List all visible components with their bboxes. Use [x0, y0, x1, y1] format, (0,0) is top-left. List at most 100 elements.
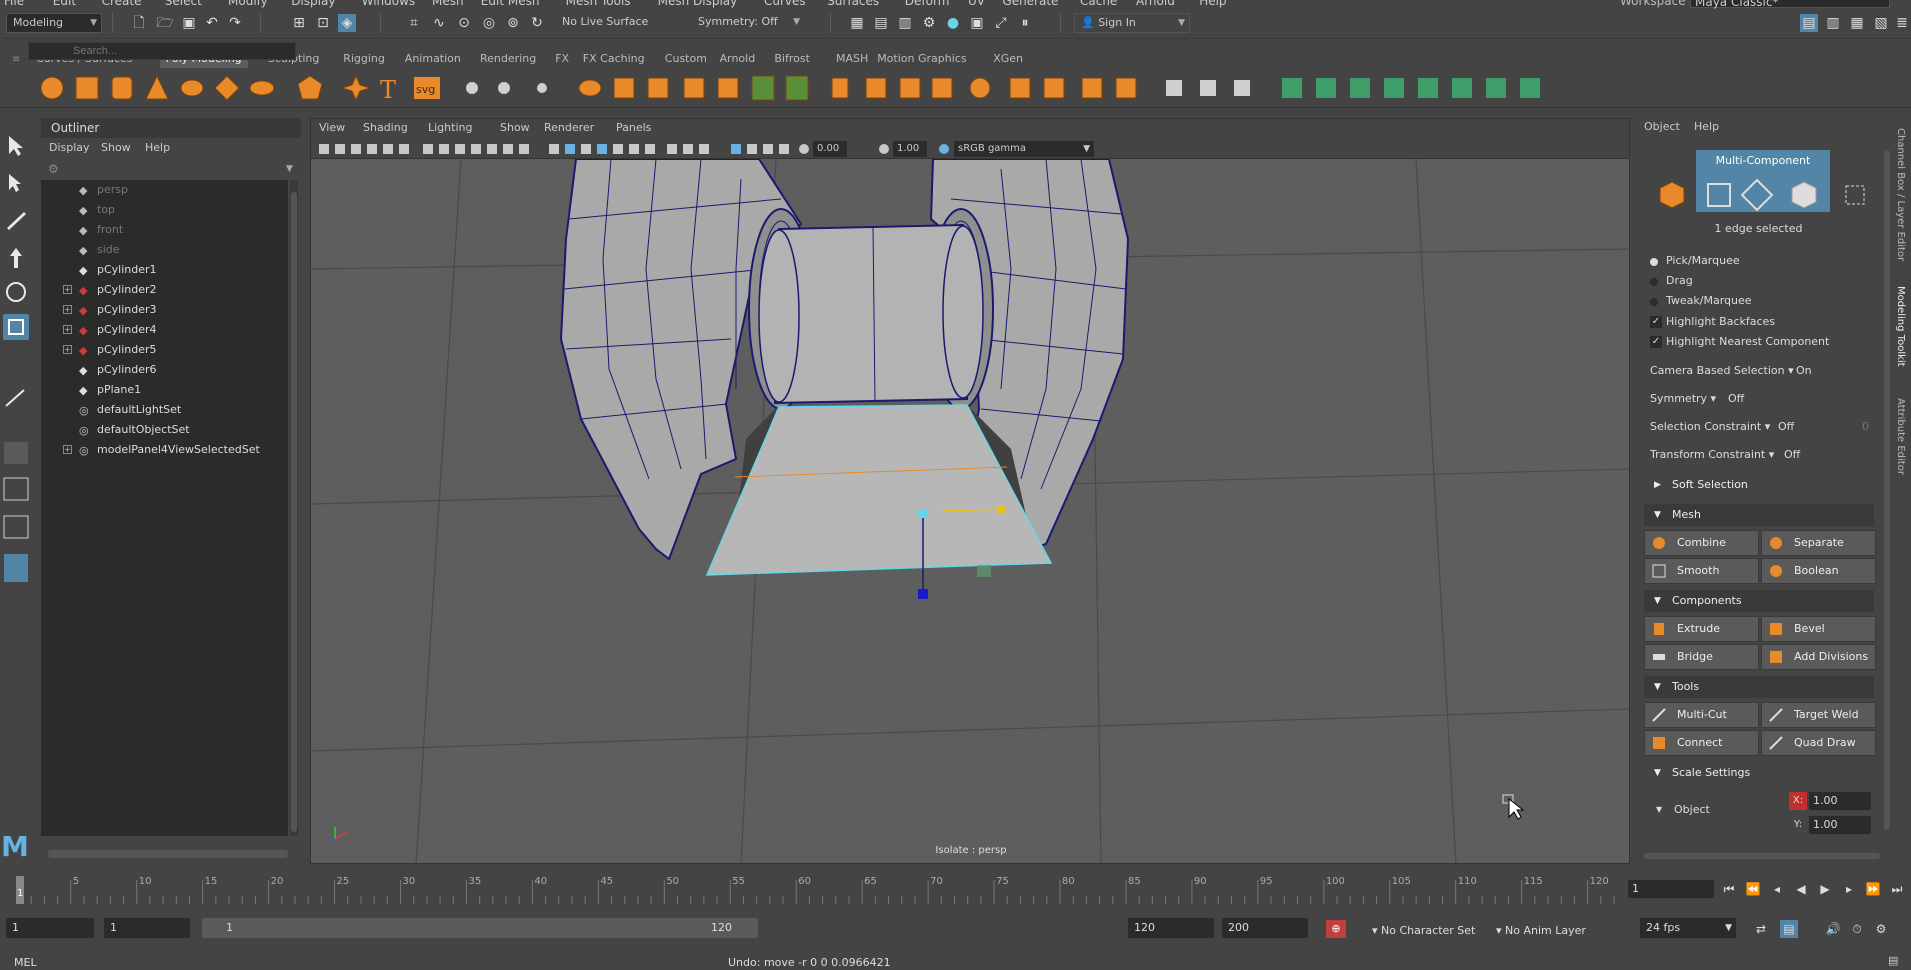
outliner-item[interactable]: ◎ defaultLightSet	[41, 400, 288, 420]
shelf-tab-arnold[interactable]: Arnold	[714, 50, 762, 68]
sound-icon[interactable]: 🔊	[1824, 920, 1842, 938]
script-editor-icon[interactable]: ▤	[1888, 954, 1904, 968]
smooth-button[interactable]: Smooth	[1644, 558, 1759, 584]
step-forward-frame-icon[interactable]: ▸	[1840, 880, 1858, 898]
expand-icon[interactable]: +	[63, 285, 72, 294]
menu-arnold[interactable]: Arnold	[1136, 0, 1175, 8]
outliner-item[interactable]: + ◆ pCylinder3	[41, 300, 288, 320]
menu-edit[interactable]: Edit	[53, 0, 76, 8]
highlight-backfaces-checkbox[interactable]: ✓	[1650, 316, 1662, 328]
exposure-field[interactable]: 0.00	[813, 141, 847, 157]
pause-icon[interactable]: ⏸	[1016, 14, 1034, 32]
redo-icon[interactable]: ↷	[226, 14, 244, 32]
modeling-toolkit-toggle-icon[interactable]: ▤	[1800, 14, 1818, 32]
step-back-key-icon[interactable]: ⏪	[1744, 880, 1762, 898]
shelf-tab-bifrost[interactable]: Bifrost	[768, 50, 816, 68]
sign-in-dropdown[interactable]: 👤 Sign In ▼	[1074, 13, 1190, 33]
multi-cut-button[interactable]: Multi-Cut	[1644, 702, 1759, 728]
loop-icon[interactable]: ⇄	[1752, 920, 1770, 938]
modeling-toolkit-tab[interactable]: Modeling Toolkit	[1895, 286, 1906, 367]
menu-mesh[interactable]: Mesh	[432, 0, 464, 8]
render-frame-icon[interactable]: ▤	[872, 14, 890, 32]
select-component-icon[interactable]: ◈	[338, 14, 356, 32]
render-view-icon[interactable]: ▦	[848, 14, 866, 32]
viewport-menu-lighting[interactable]: Lighting	[428, 121, 472, 134]
components-section[interactable]: ▼ Components	[1644, 590, 1874, 612]
playback-end-field[interactable]: 120	[1128, 918, 1214, 938]
combine-button[interactable]: Combine	[1644, 530, 1759, 556]
auto-key-icon[interactable]: ⊕	[1326, 920, 1346, 938]
attribute-editor-tab[interactable]: Attribute Editor	[1895, 398, 1906, 475]
menu-create[interactable]: Create	[102, 0, 142, 8]
separate-button[interactable]: Separate	[1761, 530, 1876, 556]
snap-grid-icon[interactable]: ⌗	[405, 14, 423, 32]
outliner-item[interactable]: ◎ defaultObjectSet	[41, 420, 288, 440]
viewport-menu-panels[interactable]: Panels	[616, 121, 651, 134]
transform-constraint-value[interactable]: Off	[1784, 448, 1800, 461]
outliner-item[interactable]: ◆ pCylinder1	[41, 260, 288, 280]
undo-icon[interactable]: ↶	[203, 14, 221, 32]
snap-projected-icon[interactable]: ◎	[480, 14, 498, 32]
fps-dropdown[interactable]: 24 fps ▼	[1640, 918, 1736, 938]
viewport-3d-scene[interactable]	[311, 158, 1629, 863]
menu-curves[interactable]: Curves	[764, 0, 806, 8]
outliner-item[interactable]: ◆ persp	[41, 180, 288, 200]
select-object-icon[interactable]: ⊡	[314, 14, 332, 32]
toolkit-scrollbar[interactable]	[1884, 150, 1890, 830]
step-forward-key-icon[interactable]: ⏩	[1864, 880, 1882, 898]
command-input[interactable]	[50, 952, 700, 970]
menu-file[interactable]: File	[4, 0, 24, 8]
go-to-start-icon[interactable]: ⏮	[1720, 880, 1738, 898]
gamma-field[interactable]: 1.00	[893, 141, 927, 157]
range-slider[interactable]: 1 120	[202, 918, 758, 938]
viewport-menu-renderer[interactable]: Renderer	[544, 121, 594, 134]
menu-mesh-display[interactable]: Mesh Display	[658, 0, 738, 8]
step-back-frame-icon[interactable]: ◂	[1768, 880, 1786, 898]
menu-select[interactable]: Select	[165, 0, 202, 8]
snap-curve-icon[interactable]: ∿	[430, 14, 448, 32]
snap-point-icon[interactable]: ⊙	[455, 14, 473, 32]
tools-section[interactable]: ▼ Tools	[1644, 676, 1874, 698]
outliner-scrollbar-thumb[interactable]	[291, 192, 297, 832]
play-backwards-icon[interactable]: ◀	[1792, 880, 1810, 898]
viewport-menu-show[interactable]: Show	[500, 121, 530, 134]
outliner-menu-help[interactable]: Help	[145, 138, 170, 158]
drag-radio[interactable]	[1650, 278, 1658, 286]
menu-display[interactable]: Display	[291, 0, 335, 8]
scale-y-field[interactable]: 1.00	[1809, 816, 1871, 834]
outliner-menu-show[interactable]: Show	[101, 138, 131, 158]
shelf-options-icon[interactable]: ≡	[12, 54, 20, 68]
ipr-render-icon[interactable]: ▥	[896, 14, 914, 32]
menu-edit-mesh[interactable]: Edit Mesh	[481, 0, 540, 8]
scene-start-field[interactable]: 1	[6, 918, 94, 938]
scale-space-dropdown[interactable]: ▼ Object	[1650, 800, 1744, 820]
cache-playback-icon[interactable]: ▤	[1780, 920, 1798, 938]
toolkit-scrollbar-horizontal[interactable]	[1644, 853, 1880, 859]
animation-prefs-icon[interactable]: ⏱	[1848, 920, 1866, 938]
outliner-item[interactable]: + ◎ modelPanel4ViewSelectedSet	[41, 440, 288, 460]
pick-marquee-radio[interactable]	[1650, 258, 1658, 266]
outliner-item[interactable]: ◆ pPlane1	[41, 380, 288, 400]
shelf-tab-rigging[interactable]: Rigging	[337, 50, 391, 68]
scene-end-field[interactable]: 200	[1222, 918, 1308, 938]
toolkit-menu-object[interactable]: Object	[1644, 120, 1680, 133]
shelf-tab-fx-caching[interactable]: FX Caching	[577, 50, 651, 68]
outliner-scrollbar-horizontal[interactable]	[48, 850, 288, 858]
layer-editor-toggle-icon[interactable]: ≣	[1893, 14, 1911, 32]
mode-dropdown[interactable]: Modeling ▼	[6, 13, 102, 33]
outliner-item[interactable]: ◆ side	[41, 240, 288, 260]
shelf-tab-motion-graphics[interactable]: Motion Graphics	[871, 50, 972, 68]
time-slider[interactable]: 5 10 15 20 25 30 35 40 45 50 55 60 65 70 75 80 85 90 95 100…	[0, 872, 1911, 908]
render-settings-icon[interactable]: ⚙	[920, 14, 938, 32]
menu-windows[interactable]: Windows	[362, 0, 416, 8]
outliner-menu-display[interactable]: Display	[49, 138, 90, 158]
live-surface-field[interactable]: No Live Surface	[556, 13, 678, 33]
toolkit-menu-help[interactable]: Help	[1694, 120, 1719, 133]
highlight-nearest-checkbox[interactable]: ✓	[1650, 336, 1662, 348]
shelf-tab-fx[interactable]: FX	[549, 50, 575, 68]
shelf-tab-animation[interactable]: Animation	[399, 50, 467, 68]
channel-box-toggle-icon[interactable]: ▧	[1872, 14, 1890, 32]
outliner-item[interactable]: ◆ pCylinder6	[41, 360, 288, 380]
selection-constraint-value[interactable]: Off	[1778, 420, 1794, 433]
quad-draw-button[interactable]: Quad Draw	[1761, 730, 1876, 756]
